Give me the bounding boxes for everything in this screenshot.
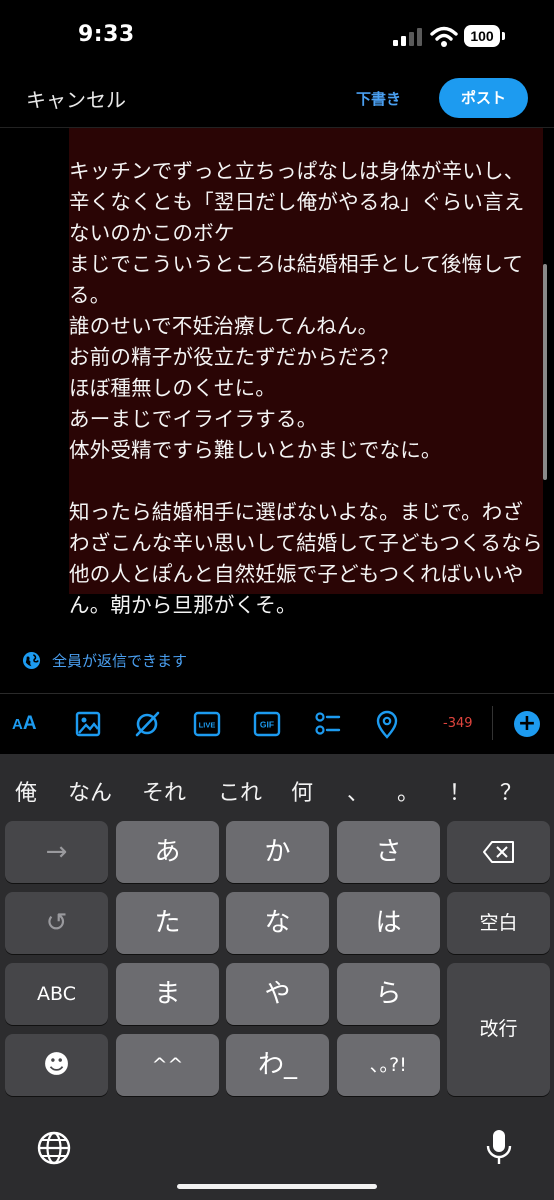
dakuten-key[interactable]: ^^ xyxy=(116,1034,219,1096)
gif-label: GIF xyxy=(260,720,274,730)
candidate-word[interactable]: なん xyxy=(68,775,112,807)
globe-icon[interactable] xyxy=(36,1130,72,1166)
home-indicator[interactable] xyxy=(177,1184,377,1189)
delete-key[interactable] xyxy=(447,821,550,883)
key-wa[interactable]: わ_ xyxy=(226,1034,329,1096)
scroll-indicator[interactable] xyxy=(543,264,547,480)
character-counter: -349 xyxy=(443,716,473,731)
globe-icon xyxy=(22,651,41,670)
next-key[interactable]: → xyxy=(5,821,108,883)
candidate-word[interactable]: 。 xyxy=(397,775,419,807)
delete-icon xyxy=(482,841,514,863)
key-a[interactable]: あ xyxy=(116,821,219,883)
candidate-word[interactable]: 何 xyxy=(291,775,313,807)
candidate-word[interactable]: ？ xyxy=(500,775,522,807)
candidate-word[interactable]: これ xyxy=(218,775,262,807)
drafts-button[interactable]: 下書き xyxy=(356,88,401,109)
microphone-icon[interactable] xyxy=(484,1128,514,1168)
abc-key[interactable]: ABC xyxy=(5,963,108,1025)
add-icon[interactable]: + xyxy=(514,711,540,737)
reply-setting-label: 全員が返信できます xyxy=(52,652,188,670)
emoji-key[interactable]: ☻ xyxy=(5,1034,108,1096)
wifi-icon xyxy=(430,26,458,47)
toolbar-divider xyxy=(0,693,554,694)
undo-key[interactable]: ↺ xyxy=(5,892,108,954)
key-ka[interactable]: か xyxy=(226,821,329,883)
candidate-word[interactable]: それ xyxy=(142,775,186,807)
post-text-area[interactable]: キッチンでずっと立ちっぱなしは身体が辛いし、辛くなくとも「翌日だし俺がやるね」ぐ… xyxy=(69,128,543,617)
gif-icon[interactable]: GIF xyxy=(251,708,283,740)
grok-icon[interactable] xyxy=(131,708,163,740)
key-ya[interactable]: や xyxy=(226,963,329,1025)
key-sa[interactable]: さ xyxy=(337,821,440,883)
battery-icon: 100 xyxy=(464,25,506,49)
enter-key[interactable]: 改行 xyxy=(447,963,550,1096)
battery-level: 100 xyxy=(470,28,494,44)
key-ha[interactable]: は xyxy=(337,892,440,954)
cellular-signal-icon xyxy=(393,28,422,46)
candidate-word[interactable]: 、 xyxy=(347,775,369,807)
poll-icon[interactable] xyxy=(311,708,343,740)
toolbar-vertical-divider xyxy=(492,706,493,740)
image-icon[interactable] xyxy=(72,708,104,740)
candidate-word[interactable]: 俺 xyxy=(15,775,37,807)
cancel-button[interactable]: キャンセル xyxy=(26,84,126,113)
key-na[interactable]: な xyxy=(226,892,329,954)
post-button[interactable]: ポスト xyxy=(439,78,528,118)
candidate-word[interactable]: ！ xyxy=(449,775,471,807)
key-ta[interactable]: た xyxy=(116,892,219,954)
live-icon[interactable]: LIVE xyxy=(191,708,223,740)
status-time: 9:33 xyxy=(78,22,135,47)
key-ma[interactable]: ま xyxy=(116,963,219,1025)
live-label: LIVE xyxy=(199,721,216,730)
punctuation-key[interactable]: ､｡?! xyxy=(337,1034,440,1096)
key-ra[interactable]: ら xyxy=(337,963,440,1025)
space-key[interactable]: 空白 xyxy=(447,892,550,954)
text-format-icon[interactable]: AA xyxy=(12,713,37,735)
location-icon[interactable] xyxy=(371,708,403,740)
